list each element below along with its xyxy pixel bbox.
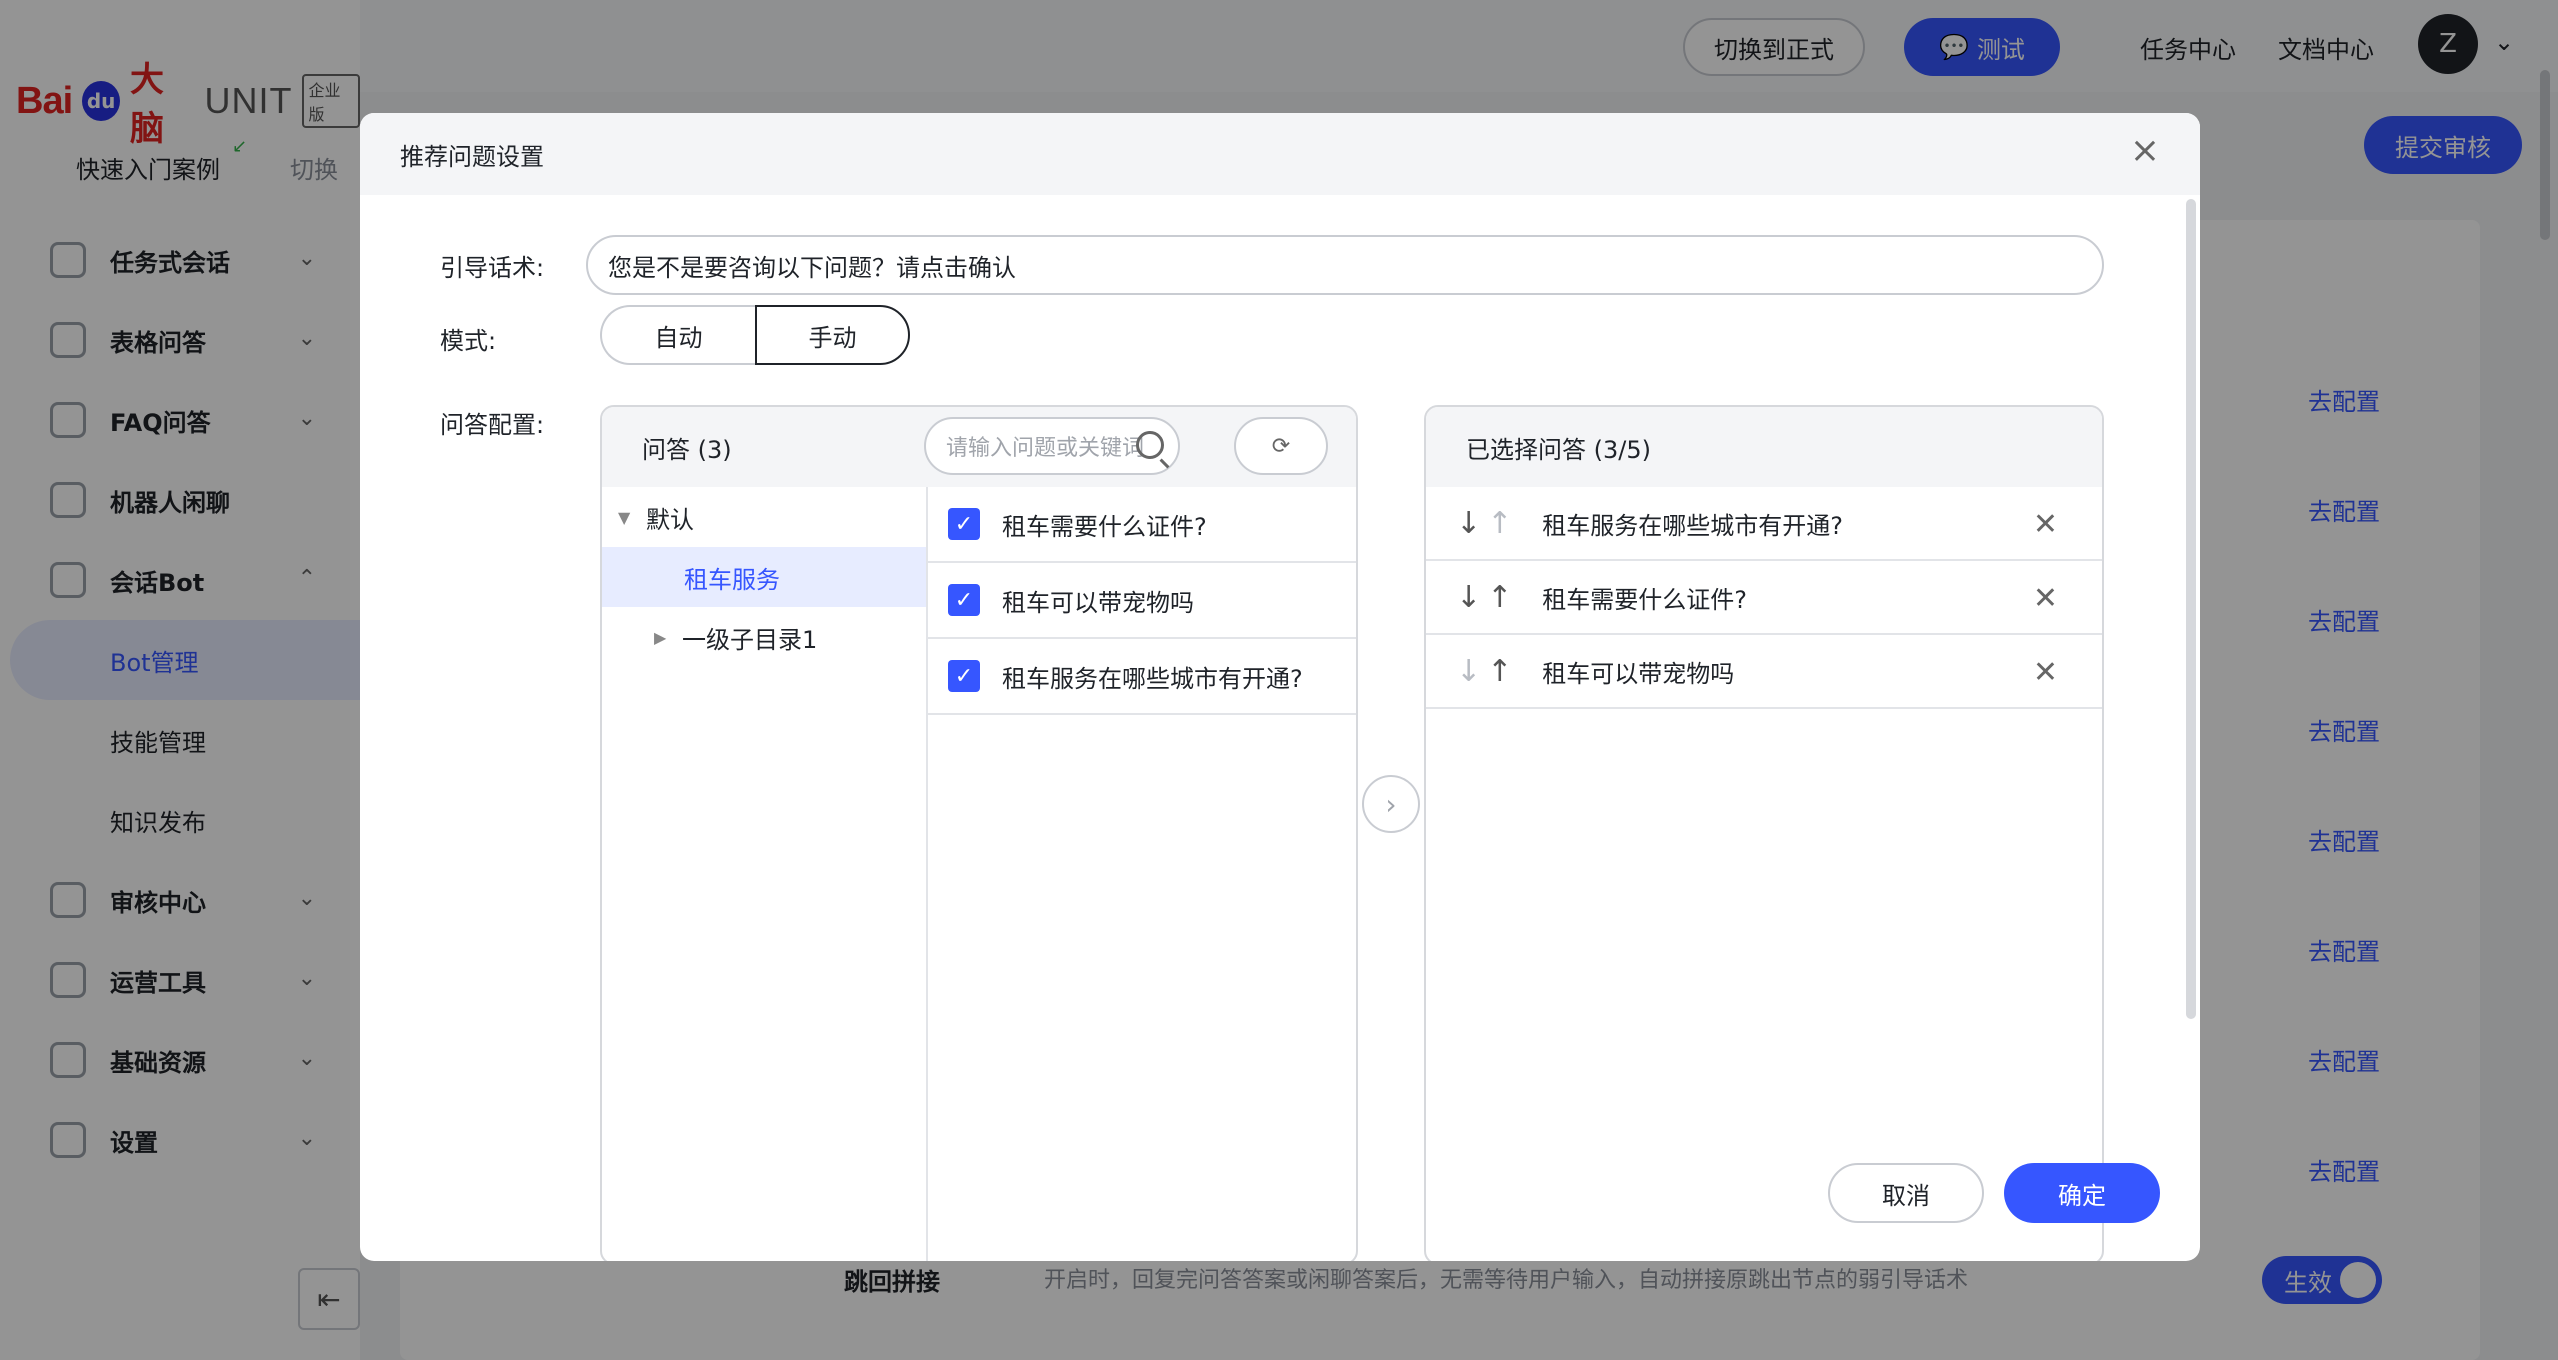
selected-item-label: 租车需要什么证件? [1542, 585, 1748, 614]
guide-label: 引导话术: [440, 254, 545, 282]
arrow-down-icon[interactable]: ↓ [1456, 654, 1481, 689]
tree-node-label: 租车服务 [684, 565, 780, 594]
mode-manual-button[interactable]: 手动 [755, 305, 910, 365]
list-item: ↓ ↑ 租车需要什么证件? ✕ [1426, 561, 2102, 635]
list-item[interactable]: ✓ 租车需要什么证件? [928, 487, 1356, 563]
cancel-button[interactable]: 取消 [1828, 1163, 1984, 1223]
chevron-right-icon: › [1385, 787, 1397, 821]
selected-qa-panel: 已选择问答 (3/5) ↓ ↑ 租车服务在哪些城市有开通? ✕ ↓ ↑ 租车需要什么… [1424, 405, 2104, 1261]
checkbox-checked-icon[interactable]: ✓ [948, 508, 980, 540]
arrow-up-icon[interactable]: ↑ [1487, 654, 1512, 689]
selected-panel-title: 已选择问答 (3/5) [1466, 435, 1651, 464]
selected-item-label: 租车可以带宠物吗 [1542, 659, 1735, 688]
tree-node-selected[interactable]: 租车服务 [602, 547, 926, 607]
mode-auto-button[interactable]: 自动 [600, 305, 755, 365]
qa-source-panel: 问答 (3) 请输入问题或关键词 ⟳ ▼ 默认 租车服务 ▶ 一级子目录1 ✓ 租车需… [600, 405, 1358, 1261]
refresh-icon: ⟳ [1271, 433, 1291, 459]
arrow-down-icon[interactable]: ↓ [1456, 580, 1481, 615]
caret-down-icon: ▼ [618, 507, 631, 527]
tree-node-label: 默认 [646, 505, 694, 534]
checkbox-checked-icon[interactable]: ✓ [948, 584, 980, 616]
search-icon[interactable] [1136, 431, 1164, 459]
transfer-button[interactable]: › [1362, 775, 1420, 833]
qa-config-label: 问答配置: [440, 411, 545, 439]
close-icon[interactable]: ✕ [2033, 655, 2058, 690]
reorder-controls: ↓ ↑ [1456, 506, 1512, 541]
list-item[interactable]: ✓ 租车服务在哪些城市有开通? [928, 639, 1356, 715]
qa-panel-header: 问答 (3) 请输入问题或关键词 ⟳ [602, 407, 1356, 487]
selected-panel-header: 已选择问答 (3/5) [1426, 407, 2102, 487]
reorder-controls: ↓ ↑ [1456, 654, 1512, 689]
dialog-title: 推荐问题设置 [400, 142, 544, 171]
list-item: ↓ ↑ 租车可以带宠物吗 ✕ [1426, 635, 2102, 709]
list-item: ↓ ↑ 租车服务在哪些城市有开通? ✕ [1426, 487, 2102, 561]
qa-panel-title: 问答 (3) [642, 435, 732, 464]
qa-item-label: 租车需要什么证件? [1002, 512, 1207, 541]
mode-selector: 自动 手动 [600, 305, 910, 365]
close-icon[interactable]: ✕ [2033, 581, 2058, 616]
arrow-up-icon[interactable]: ↑ [1487, 506, 1512, 541]
refresh-button[interactable]: ⟳ [1234, 417, 1328, 475]
arrow-down-icon[interactable]: ↓ [1456, 506, 1481, 541]
reorder-controls: ↓ ↑ [1456, 580, 1512, 615]
confirm-button[interactable]: 确定 [2004, 1163, 2160, 1223]
tree-node-child[interactable]: ▶ 一级子目录1 [602, 607, 926, 667]
recommend-question-dialog: 推荐问题设置 × 引导话术: 您是不是要咨询以下问题？请点击确认 模式: 自动 … [360, 113, 2200, 1261]
tree-node-root[interactable]: ▼ 默认 [602, 487, 926, 547]
selected-item-label: 租车服务在哪些城市有开通? [1542, 511, 1844, 540]
list-item[interactable]: ✓ 租车可以带宠物吗 [928, 563, 1356, 639]
qa-list: ✓ 租车需要什么证件? ✓ 租车可以带宠物吗 ✓ 租车服务在哪些城市有开通? [928, 487, 1356, 715]
search-placeholder: 请输入问题或关键词 [946, 436, 1145, 461]
dialog-header: 推荐问题设置 [360, 113, 2200, 195]
tree-node-label: 一级子目录1 [682, 625, 818, 654]
qa-item-label: 租车服务在哪些城市有开通? [1002, 664, 1303, 693]
arrow-up-icon[interactable]: ↑ [1487, 580, 1512, 615]
qa-search-input[interactable]: 请输入问题或关键词 [924, 417, 1180, 475]
caret-right-icon: ▶ [654, 627, 667, 647]
qa-item-label: 租车可以带宠物吗 [1002, 588, 1194, 617]
close-icon[interactable]: × [2130, 133, 2160, 169]
mode-label: 模式: [440, 327, 497, 355]
dialog-scrollbar[interactable] [2186, 199, 2196, 1019]
checkbox-checked-icon[interactable]: ✓ [948, 660, 980, 692]
close-icon[interactable]: ✕ [2033, 507, 2058, 542]
category-tree: ▼ 默认 租车服务 ▶ 一级子目录1 [602, 487, 928, 1261]
guide-text-input[interactable]: 您是不是要咨询以下问题？请点击确认 [586, 235, 2104, 295]
